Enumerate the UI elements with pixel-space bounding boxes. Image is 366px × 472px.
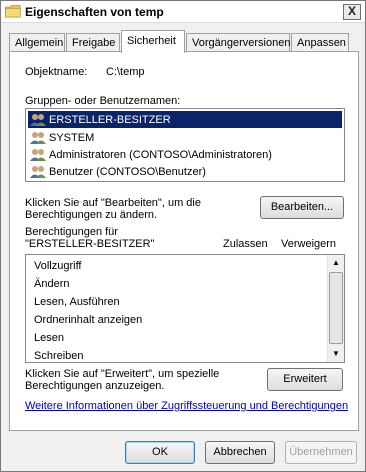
- users-icon: [30, 165, 46, 178]
- object-name-label: Objektname:: [25, 66, 88, 78]
- users-icon: [30, 113, 46, 126]
- properties-dialog: Eigenschaften von temp X Allgemein Freig…: [0, 0, 366, 472]
- info-link[interactable]: Weitere Informationen über Zugriffssteue…: [25, 400, 348, 412]
- tab-vorgaengerversionen[interactable]: Vorgängerversionen: [186, 33, 290, 52]
- list-item-label: SYSTEM: [49, 131, 95, 144]
- list-item[interactable]: SYSTEM: [30, 129, 94, 146]
- table-row: Lesen, Ausführen: [34, 296, 120, 308]
- list-item[interactable]: ERSTELLER-BESITZER: [28, 111, 342, 128]
- permissions-scrollbar[interactable]: ▲ ▼: [327, 255, 344, 362]
- users-icon: [30, 148, 46, 161]
- table-row: Ordnerinhalt anzeigen: [34, 314, 143, 326]
- edit-hint-line1: Klicken Sie auf "Bearbeiten", um die: [25, 197, 201, 209]
- groups-list[interactable]: ERSTELLER-BESITZER SYSTEM Administratore…: [25, 108, 345, 182]
- cancel-button[interactable]: Abbrechen: [205, 441, 275, 464]
- scroll-thumb[interactable]: [329, 272, 343, 344]
- list-item-label: Administratoren (CONTOSO\Administratoren…: [49, 148, 272, 161]
- list-item-label: Benutzer (CONTOSO\Benutzer): [49, 165, 206, 178]
- table-row: Schreiben: [34, 350, 84, 362]
- object-name-value: C:\temp: [106, 66, 145, 78]
- window-title: Eigenschaften von temp: [25, 5, 164, 19]
- ok-button[interactable]: OK: [125, 441, 195, 464]
- table-row: Lesen: [34, 332, 64, 344]
- permissions-header-line2: "ERSTELLER-BESITZER": [25, 238, 155, 250]
- security-panel: Objektname: C:\temp Gruppen- oder Benutz…: [9, 51, 359, 431]
- deny-column-header: Verweigern: [281, 238, 337, 250]
- apply-button[interactable]: Übernehmen: [285, 441, 357, 464]
- permissions-list[interactable]: Vollzugriff Ändern Lesen, Ausführen Ordn…: [25, 254, 345, 363]
- edit-button[interactable]: Bearbeiten...: [260, 196, 344, 219]
- tab-freigabe[interactable]: Freigabe: [66, 33, 120, 52]
- table-row: Vollzugriff: [34, 260, 82, 272]
- allow-column-header: Zulassen: [223, 238, 268, 250]
- tab-anpassen[interactable]: Anpassen: [291, 33, 349, 52]
- advanced-hint-line1: Klicken Sie auf "Erweitert", um speziell…: [25, 368, 220, 380]
- groups-label: Gruppen- oder Benutzernamen:: [25, 95, 181, 107]
- folder-icon: [5, 5, 21, 18]
- close-button[interactable]: X: [343, 4, 361, 20]
- tab-allgemein[interactable]: Allgemein: [9, 33, 65, 52]
- scroll-up-icon[interactable]: ▲: [328, 255, 344, 271]
- scroll-down-icon[interactable]: ▼: [328, 346, 344, 362]
- table-row: Ändern: [34, 278, 70, 290]
- tab-strip: Allgemein Freigabe Sicherheit Vorgängerv…: [9, 30, 359, 53]
- permissions-header-line1: Berechtigungen für: [25, 226, 118, 238]
- edit-hint-line2: Berechtigungen zu ändern.: [25, 209, 158, 221]
- list-item[interactable]: Benutzer (CONTOSO\Benutzer): [30, 163, 206, 180]
- advanced-hint-line2: Berechtigungen anzuzeigen.: [25, 380, 165, 392]
- advanced-button[interactable]: Erweitert: [267, 368, 343, 391]
- list-item-label: ERSTELLER-BESITZER: [49, 113, 171, 126]
- tab-sicherheit[interactable]: Sicherheit: [121, 30, 185, 53]
- title-bar[interactable]: Eigenschaften von temp X: [1, 1, 365, 23]
- list-item[interactable]: Administratoren (CONTOSO\Administratoren…: [30, 146, 272, 163]
- users-icon: [30, 131, 46, 144]
